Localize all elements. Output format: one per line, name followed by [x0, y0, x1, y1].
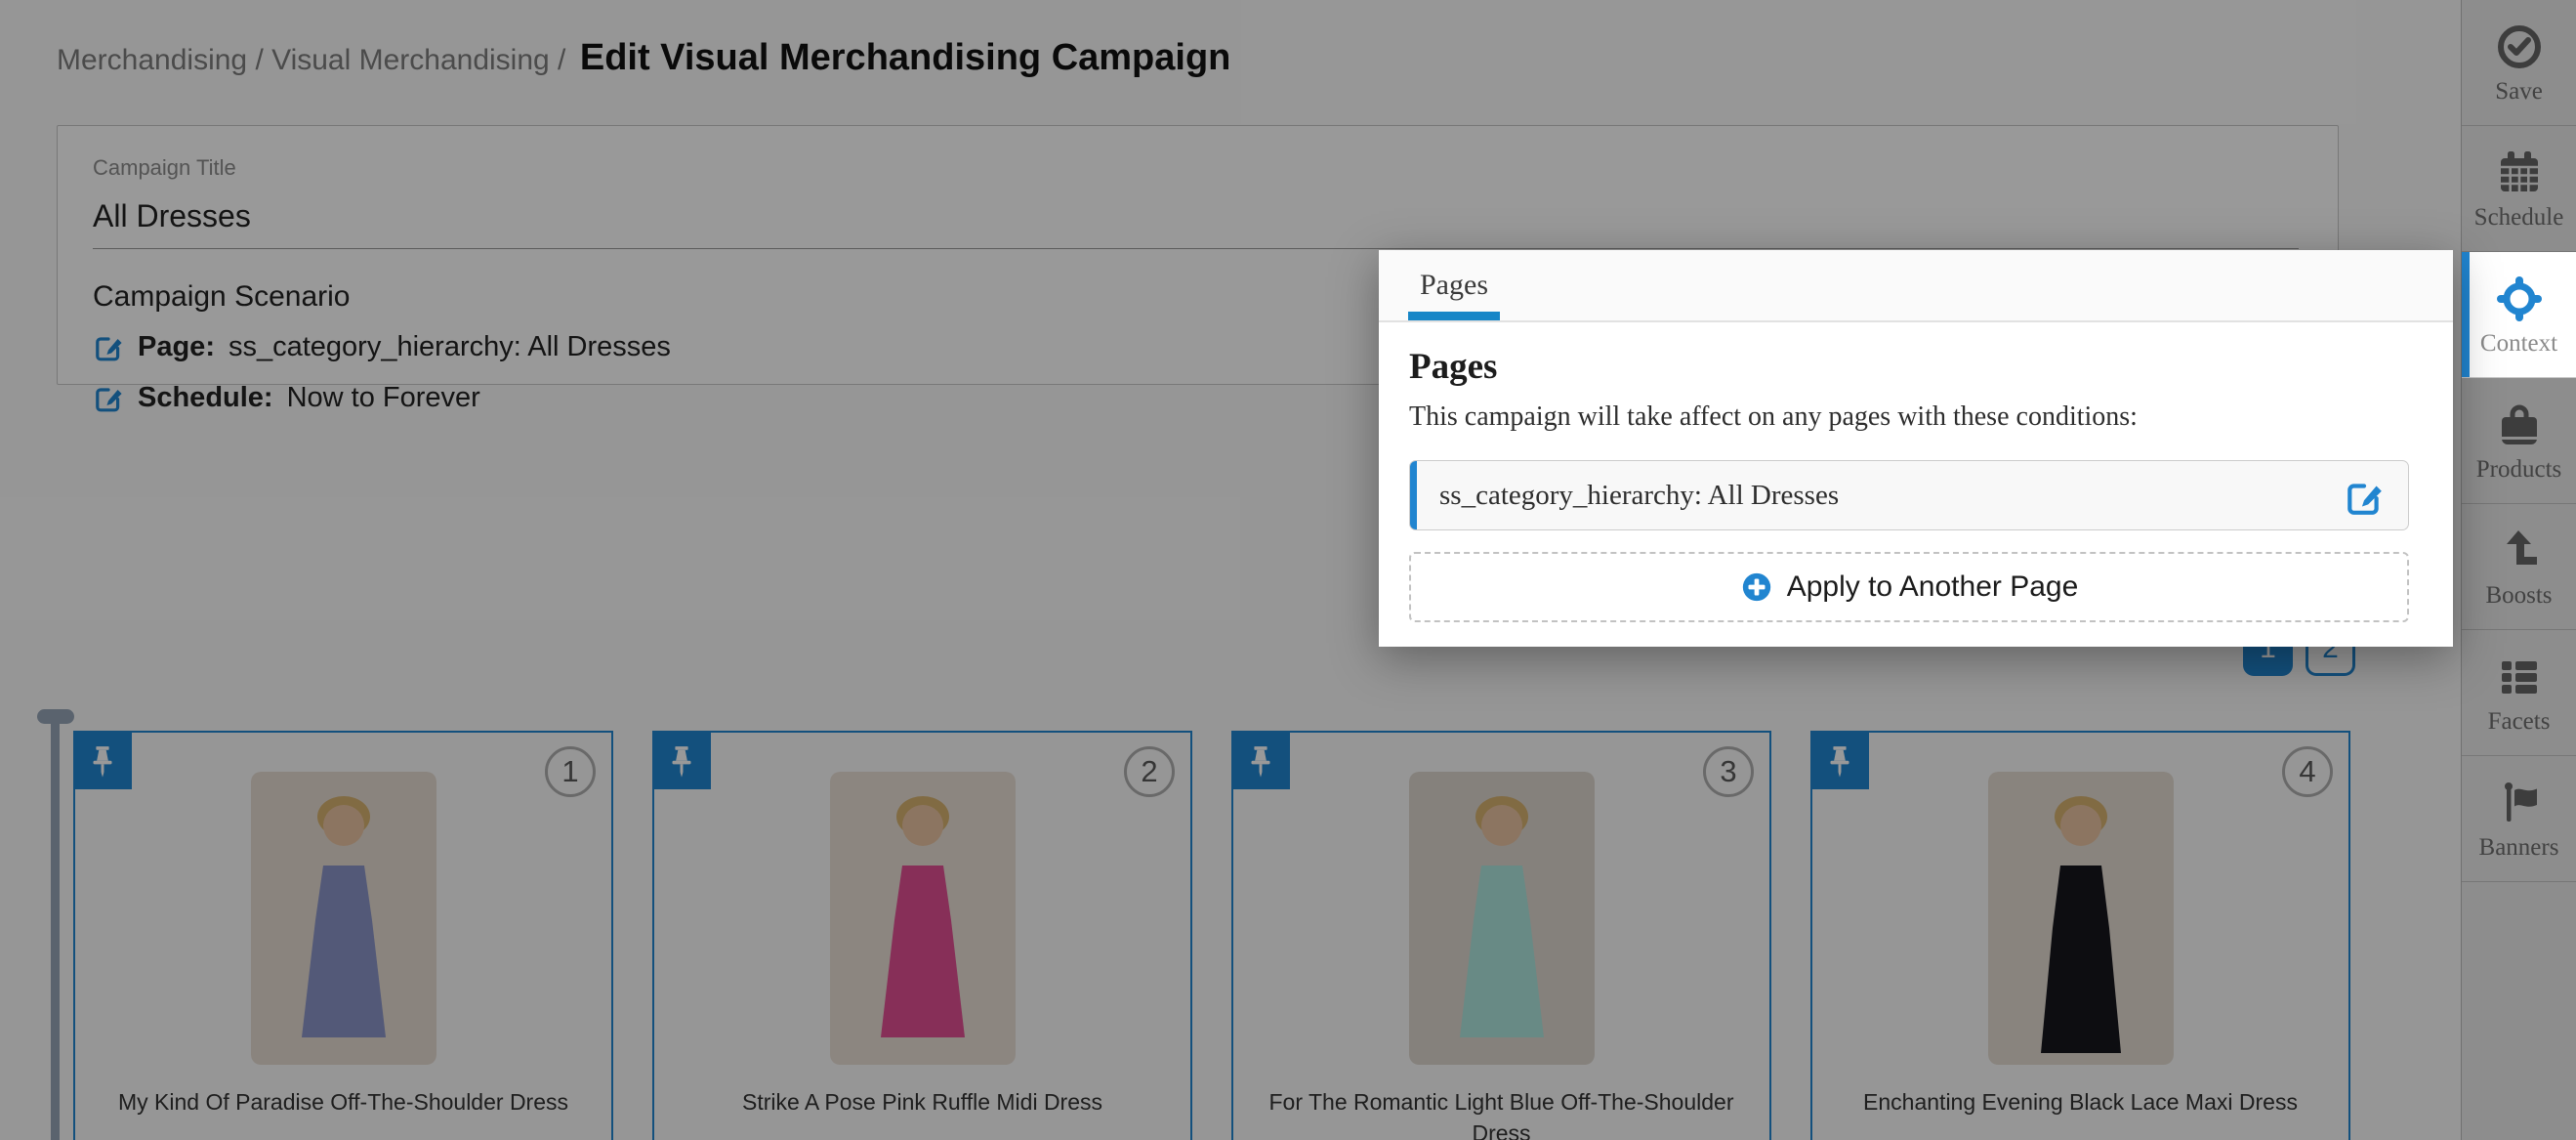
- apply-to-another-page-label: Apply to Another Page: [1787, 570, 2079, 604]
- tab-pages[interactable]: Pages: [1408, 250, 1500, 320]
- edit-condition-icon[interactable]: [2344, 476, 2385, 517]
- sidebar-item-context[interactable]: Context: [2462, 252, 2576, 378]
- pages-description: This campaign will take affect on any pa…: [1409, 401, 2409, 433]
- sidebar-item-label: Context: [2480, 330, 2557, 358]
- pages-heading: Pages: [1409, 346, 2409, 388]
- pages-panel: Pages Pages This campaign will take affe…: [1379, 250, 2453, 647]
- apply-to-another-page-button[interactable]: Apply to Another Page: [1409, 552, 2409, 622]
- page-condition-value: ss_category_hierarchy: All Dresses: [1439, 480, 1839, 512]
- plus-circle-icon: [1740, 570, 1773, 604]
- crosshair-icon: [2496, 275, 2543, 322]
- pages-panel-tabbar: Pages: [1379, 250, 2453, 322]
- page-condition-row: ss_category_hierarchy: All Dresses: [1409, 460, 2409, 530]
- pages-panel-body: Pages This campaign will take affect on …: [1379, 322, 2453, 622]
